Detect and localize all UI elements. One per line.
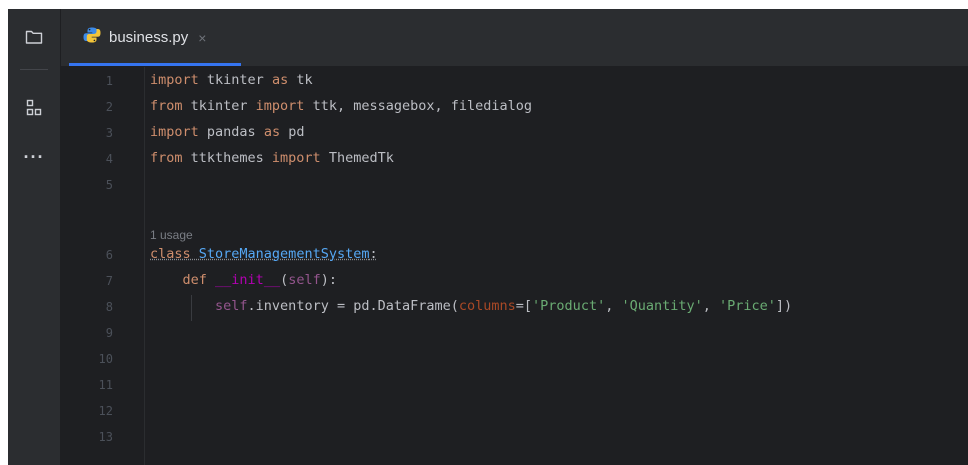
activity-separator bbox=[20, 69, 48, 70]
close-icon[interactable]: × bbox=[198, 30, 206, 46]
code-line-4: from ttkthemes import ThemedTk bbox=[150, 150, 394, 166]
folder-icon[interactable] bbox=[18, 23, 50, 51]
line-number-gutter: 1 2 3 4 5 6 7 8 9 10 11 12 13 bbox=[61, 67, 141, 465]
line-number: 12 bbox=[98, 404, 113, 418]
line-number: 6 bbox=[105, 248, 113, 262]
line-number: 10 bbox=[98, 352, 113, 366]
active-tab-indicator bbox=[69, 63, 241, 66]
code-line-6: class StoreManagementSystem: bbox=[150, 246, 378, 262]
line-number: 11 bbox=[98, 378, 113, 392]
line-number: 9 bbox=[105, 326, 113, 340]
code-line-1: import tkinter as tk bbox=[150, 72, 313, 88]
structure-icon[interactable] bbox=[18, 94, 50, 122]
tab-label: business.py bbox=[109, 29, 189, 46]
line-number: 1 bbox=[105, 74, 113, 88]
code-editor[interactable]: 1 2 3 4 5 6 7 8 9 10 11 12 13 import tki… bbox=[61, 67, 968, 465]
tab-business-py[interactable]: business.py × bbox=[69, 9, 241, 66]
ide-window: ··· business.py × 1 2 3 4 5 6 7 8 9 10 1… bbox=[8, 9, 968, 465]
line-number: 7 bbox=[105, 274, 113, 288]
python-file-icon bbox=[83, 26, 101, 49]
code-line-7: def __init__(self): bbox=[182, 272, 337, 288]
activity-bar: ··· bbox=[8, 9, 61, 465]
line-number: 4 bbox=[105, 152, 113, 166]
line-number: 8 bbox=[105, 300, 113, 314]
usage-inlay-hint[interactable]: 1 usage bbox=[150, 228, 193, 242]
more-dots-icon[interactable]: ··· bbox=[18, 143, 50, 171]
line-number: 3 bbox=[105, 126, 113, 140]
line-number: 13 bbox=[98, 430, 113, 444]
gutter-divider bbox=[144, 67, 145, 465]
line-number: 5 bbox=[105, 178, 113, 192]
code-line-8: self.inventory = pd.DataFrame(columns=['… bbox=[215, 298, 793, 314]
line-number: 2 bbox=[105, 100, 113, 114]
tab-bar: business.py × bbox=[61, 9, 968, 67]
code-line-2: from tkinter import ttk, messagebox, fil… bbox=[150, 98, 533, 114]
more-label: ··· bbox=[23, 147, 45, 167]
code-line-3: import pandas as pd bbox=[150, 124, 305, 140]
